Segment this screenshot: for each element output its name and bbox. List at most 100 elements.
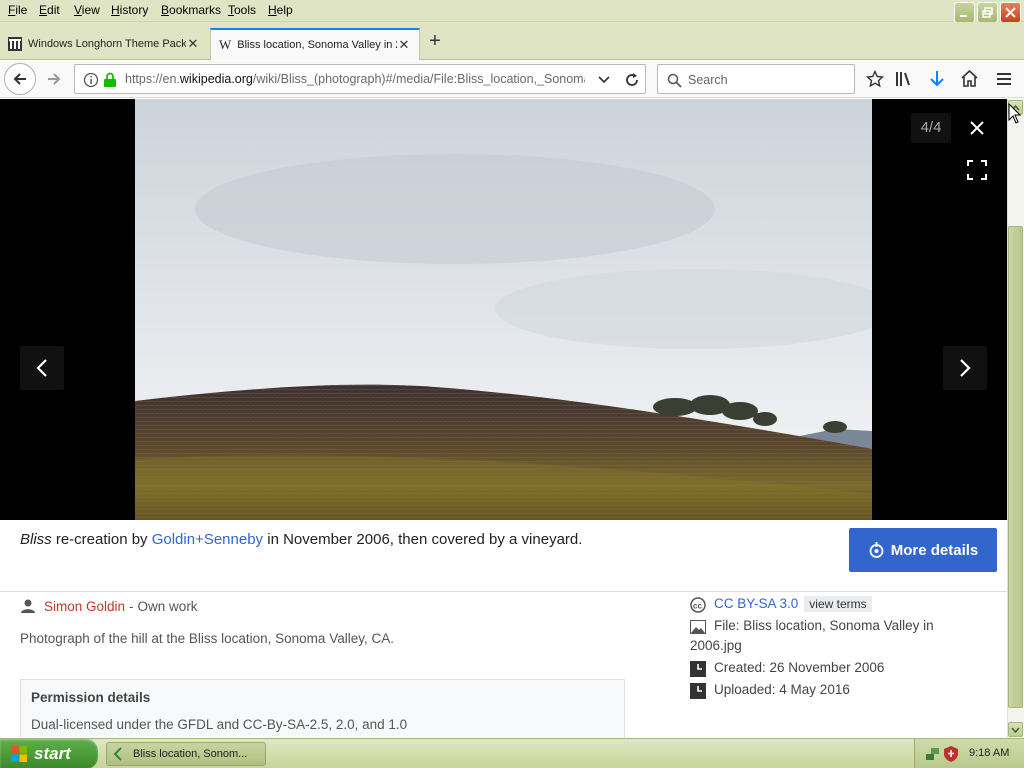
permission-text: Dual-licensed under the GFDL and CC-By-S… <box>31 717 408 732</box>
permission-title: Permission details <box>31 690 151 705</box>
windows-logo-icon <box>11 746 27 762</box>
minimize-button[interactable] <box>954 2 975 23</box>
close-icon <box>1005 7 1016 18</box>
taskbar-item-label: Bliss location, Sonom... <box>133 748 248 760</box>
menu-help[interactable]: Help <box>268 3 293 17</box>
created-row: Created: 26 November 2006 <box>690 660 884 677</box>
restore-button[interactable] <box>977 2 998 23</box>
tab-close-icon[interactable]: ✕ <box>186 36 200 52</box>
tab-windows-longhorn[interactable]: Windows Longhorn Theme Pack ✕ <box>0 28 208 60</box>
menu-tools[interactable]: Tools <box>228 3 256 17</box>
bliss-photograph <box>135 99 872 520</box>
menu-file[interactable]: File <box>8 3 27 17</box>
reload-icon[interactable] <box>623 71 641 89</box>
search-bar[interactable]: Search <box>657 64 855 94</box>
forward-button[interactable] <box>42 67 66 91</box>
chevron-left-icon <box>36 359 47 377</box>
tab-label: Bliss location, Sonoma Valley in 2006 <box>237 39 397 51</box>
file-name-line-2: 2006.jpg <box>690 638 742 653</box>
menu-history[interactable]: History <box>111 3 148 17</box>
previous-image-button[interactable] <box>20 346 64 390</box>
chevron-down-icon <box>1011 727 1020 733</box>
created-date: Created: 26 November 2006 <box>714 660 885 675</box>
menu-bookmarks[interactable]: Bookmarks <box>161 3 221 17</box>
file-name: File: Bliss location, Sonoma Valley in 2… <box>690 616 934 656</box>
viewer-close-button[interactable] <box>960 113 994 143</box>
close-icon <box>970 121 984 135</box>
network-icon[interactable] <box>925 746 941 762</box>
chevron-down-icon[interactable] <box>597 74 611 86</box>
file-name-line-1: File: Bliss location, Sonoma Valley in <box>714 618 934 633</box>
window-close-button[interactable] <box>1000 2 1021 23</box>
image-file-icon <box>690 620 706 634</box>
menu-view[interactable]: View <box>74 3 100 17</box>
more-details-button[interactable]: More details <box>849 528 997 572</box>
home-icon[interactable] <box>960 69 979 88</box>
user-icon <box>21 599 35 613</box>
next-image-button[interactable] <box>943 346 987 390</box>
fullscreen-icon <box>967 160 987 180</box>
media-viewer: 4/4 <box>0 99 1007 520</box>
restore-icon <box>982 7 993 18</box>
security-shield-icon[interactable] <box>943 745 959 763</box>
taskbar-item-browser[interactable]: Bliss location, Sonom... <box>106 742 266 766</box>
wikimedia-commons-icon <box>869 542 884 558</box>
lock-icon <box>104 72 116 87</box>
vineyard-hill-image <box>135 99 872 520</box>
system-tray: 9:18 AM <box>914 739 1024 768</box>
section-divider <box>0 591 1007 592</box>
image-counter: 4/4 <box>911 113 951 143</box>
uploaded-row: Uploaded: 4 May 2016 <box>690 682 850 699</box>
more-details-label: More details <box>890 541 979 559</box>
download-arrow-icon[interactable] <box>928 69 946 89</box>
license-link[interactable]: CC BY-SA 3.0 <box>714 596 798 611</box>
image-description: Photograph of the hill at the Bliss loca… <box>20 631 394 646</box>
menu-edit[interactable]: Edit <box>39 3 60 17</box>
caption-text-1: re-creation by <box>51 531 152 548</box>
navigation-bar: https://en.wikipedia.org/wiki/Bliss_(pho… <box>0 61 1024 98</box>
author-name-link[interactable]: Simon Goldin <box>44 599 125 614</box>
author-source: Own work <box>137 598 198 614</box>
search-icon <box>667 73 682 88</box>
clock-icon <box>690 683 706 699</box>
caption-author-link[interactable]: Goldin+Senneby <box>152 531 263 548</box>
author-line: Simon Goldin - Own work <box>20 598 198 614</box>
info-icon[interactable] <box>83 72 99 88</box>
start-button[interactable]: start <box>0 739 98 768</box>
tab-bar: Windows Longhorn Theme Pack ✕ W Bliss lo… <box>0 22 1024 60</box>
taskbar: start Bliss location, Sonom... 9:18 AM <box>0 738 1024 768</box>
new-tab-button[interactable]: + <box>424 30 446 52</box>
scrollbar-thumb[interactable] <box>1008 226 1023 708</box>
search-placeholder: Search <box>688 73 728 87</box>
hamburger-menu-icon[interactable] <box>996 71 1012 87</box>
clock-icon <box>690 661 706 677</box>
menu-bar: File Edit View History Bookmarks Tools H… <box>0 0 1024 23</box>
back-button[interactable] <box>4 63 36 95</box>
chevron-right-icon <box>960 359 971 377</box>
view-terms-button[interactable]: view terms <box>804 596 872 612</box>
tab-bliss-location[interactable]: W Bliss location, Sonoma Valley in 2006 … <box>210 28 420 60</box>
creative-commons-icon: cc <box>690 597 706 613</box>
clock-time: 9:18 AM <box>969 747 1010 759</box>
image-caption: Bliss re-creation by Goldin+Senneby in N… <box>20 531 820 548</box>
caption-title: Bliss <box>20 531 52 548</box>
library-icon[interactable] <box>894 70 914 88</box>
tab-label: Windows Longhorn Theme Pack <box>28 38 186 50</box>
svg-text:cc: cc <box>693 602 702 611</box>
uploaded-date: Uploaded: 4 May 2016 <box>714 682 850 697</box>
url-text[interactable]: https://en.wikipedia.org/wiki/Bliss_(pho… <box>125 72 585 86</box>
forward-arrow-icon <box>48 73 61 85</box>
license-row: cc CC BY-SA 3.0 view terms <box>690 596 872 613</box>
browser-task-icon <box>113 747 122 761</box>
scroll-down-button[interactable] <box>1008 722 1023 737</box>
tab-close-icon[interactable]: ✕ <box>397 37 411 53</box>
caption-text-2: in November 2006, then covered by a vine… <box>263 531 583 548</box>
file-row: File: Bliss location, Sonoma Valley in 2… <box>690 618 934 656</box>
url-bar[interactable]: https://en.wikipedia.org/wiki/Bliss_(pho… <box>74 64 646 94</box>
wikipedia-w-icon: W <box>219 37 232 52</box>
fullscreen-button[interactable] <box>960 155 994 185</box>
wikipedia-museum-icon <box>8 37 22 51</box>
start-label: start <box>34 744 71 763</box>
bookmark-star-icon[interactable] <box>866 70 884 88</box>
back-arrow-icon <box>13 73 26 85</box>
